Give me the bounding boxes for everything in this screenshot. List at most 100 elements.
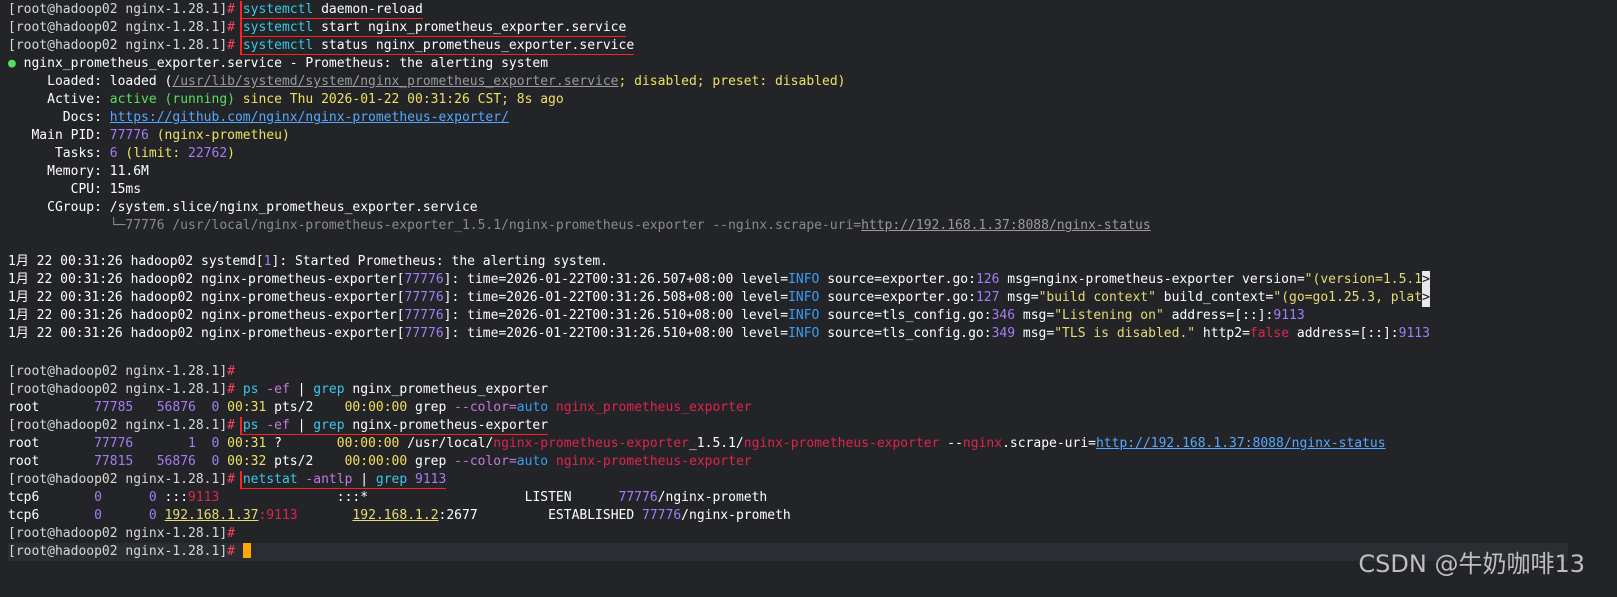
ps-tty: pts/2 [266, 454, 314, 469]
log-time: 2026-01-22T00:31:26.508+08:00 [506, 290, 734, 305]
shell-prompt: [root@hadoop02 nginx-1.28.1] [8, 544, 228, 559]
log-string: "TLS is disabled." [1054, 326, 1196, 341]
ps-tty: ? [266, 436, 282, 451]
net-state: LISTEN [368, 490, 619, 505]
status-cgroup-line: CGroup: /system.slice/nginx_prometheus_e… [8, 199, 478, 217]
prompt-hash: # [227, 382, 235, 397]
ps-option-value: auto [516, 454, 549, 469]
journal-line: 1月 22 00:31:26 hadoop02 systemd[1]: Star… [8, 254, 609, 269]
cmd-option: -ef [258, 418, 290, 433]
status-label: Active: [8, 92, 102, 107]
status-label: Docs: [8, 110, 102, 125]
cmd-args: 9113 [407, 472, 447, 487]
log-key: source= [819, 290, 883, 305]
ps-time: 00:00:00 [281, 436, 408, 451]
log-proc: nginx-prometheus-exporter [201, 308, 397, 323]
ps-option-value: auto [516, 400, 549, 415]
cmd-pipe: | [289, 418, 314, 433]
cmd-option: -antlp [297, 472, 353, 487]
net-proto: tcp6 [8, 508, 40, 523]
journal-line: 1月 22 00:31:26 hadoop02 nginx-prometheus… [8, 308, 1305, 323]
cmd-name: grep [375, 472, 408, 487]
ps-c: 0 [195, 436, 220, 451]
terminal-line: [root@hadoop02 nginx-1.28.1]# systemctl … [8, 1, 423, 19]
log-message: http2= [1195, 326, 1250, 341]
ps-c: 0 [195, 454, 220, 469]
scrape-uri-link[interactable]: http://192.168.1.37:8088/nginx-status [861, 218, 1151, 233]
net-foreign-ip: 192.168.1.2 [352, 508, 439, 523]
tasks-value: 6 [101, 146, 118, 161]
ps-stime: 00:32 [219, 454, 267, 469]
status-memory-line: Memory: 11.6M [8, 163, 149, 181]
log-key: : time= [451, 326, 507, 341]
status-pid-line: Main PID: 77776 (nginx-prometheu) [8, 127, 289, 145]
log-key: source= [819, 326, 883, 341]
terminal-input-line[interactable]: [root@hadoop02 nginx-1.28.1]# [8, 543, 1568, 561]
net-foreign: :::* [219, 490, 369, 505]
status-tasks-line: Tasks: 6 (limit: 22762) [8, 145, 235, 163]
ps-match: nginx [962, 436, 1003, 451]
log-key: level= [733, 326, 789, 341]
cmd-args: daemon-reload [313, 2, 423, 17]
log-message: msg= [1015, 326, 1055, 341]
cmd-args: start nginx_prometheus_exporter.service [313, 20, 627, 35]
cmd-name: systemctl [242, 2, 314, 17]
tasks-limit: 22762 [188, 146, 228, 161]
journal-line: 1月 22 00:31:26 hadoop02 nginx-prometheus… [8, 289, 1430, 307]
log-string: "(version=1.5.1 [1304, 272, 1423, 287]
status-active-line: Active: active (running) since Thu 2026-… [8, 91, 564, 109]
status-unit-line: ● nginx_prometheus_exporter.service - Pr… [8, 55, 548, 73]
prompt-hash: # [227, 472, 235, 487]
log-key: source= [819, 272, 883, 287]
status-unit: nginx_prometheus_exporter.service - Prom… [15, 56, 549, 71]
ps-match: nginx-prometheus-exporter [548, 454, 752, 469]
scrape-uri-link[interactable]: http://192.168.1.37:8088/nginx-status [1096, 436, 1386, 451]
truncation-marker: > [1422, 289, 1430, 307]
ps-tty: pts/2 [266, 400, 314, 415]
ps-user: root [8, 454, 40, 469]
cgroup-process: └─77776 /usr/local/nginx-prometheus-expo… [8, 218, 862, 233]
ps-user: root [8, 436, 40, 451]
log-string: "Listening on" [1054, 308, 1164, 323]
status-value: /system.slice/nginx_prometheus_exporter.… [101, 200, 478, 215]
status-value: ) [227, 146, 235, 161]
prompt-hash: # [227, 526, 235, 541]
prompt-hash: # [227, 2, 235, 17]
unit-file-path[interactable]: /usr/lib/systemd/system/nginx_prometheus… [172, 74, 618, 89]
log-message: : Started Prometheus: the alerting syste… [279, 254, 609, 269]
cmd-args: status nginx_prometheus_exporter.service [313, 38, 635, 53]
log-date: 1月 22 00:31:26 [8, 326, 123, 341]
log-key: level= [733, 290, 789, 305]
status-value: ; disabled; preset: disabled) [618, 74, 846, 89]
status-value: 11.6M [101, 164, 149, 179]
log-key: : time= [451, 308, 507, 323]
cmd-name: grep [313, 382, 345, 397]
log-string: "build context" [1038, 290, 1156, 305]
log-level: INFO [788, 326, 820, 341]
log-message: msg=nginx-prometheus-exporter version= [999, 272, 1305, 287]
journal-line: 1月 22 00:31:26 hadoop02 nginx-prometheus… [8, 271, 1430, 289]
ps-match: nginx_prometheus_exporter [548, 400, 752, 415]
docs-link[interactable]: https://github.com/nginx/nginx-prometheu… [110, 110, 509, 125]
log-port: 9113 [1273, 308, 1305, 323]
truncation-marker: > [1422, 271, 1430, 289]
status-cgroup-proc-line: └─77776 /usr/local/nginx-prometheus-expo… [8, 217, 1151, 235]
net-sendq: 0 [101, 490, 157, 505]
log-date: 1月 22 00:31:26 [8, 254, 123, 269]
terminal-line: [root@hadoop02 nginx-1.28.1]# [8, 363, 235, 381]
status-loaded-line: Loaded: loaded (/usr/lib/systemd/system/… [8, 73, 845, 91]
net-local-ip: 192.168.1.37 [164, 508, 259, 523]
log-host: hadoop02 [122, 290, 202, 305]
shell-prompt: [root@hadoop02 nginx-1.28.1] [8, 418, 228, 433]
terminal-window[interactable]: [root@hadoop02 nginx-1.28.1]# systemctl … [0, 0, 1617, 597]
log-level: INFO [788, 308, 820, 323]
terminal-line: [root@hadoop02 nginx-1.28.1]# systemctl … [8, 37, 635, 55]
log-key: source= [819, 308, 883, 323]
ps-flag: -- [939, 436, 963, 451]
status-label: Loaded: [8, 74, 102, 89]
ps-option: --color= [454, 400, 517, 415]
ps-ppid: 56876 [133, 400, 196, 415]
ps-time: 00:00:00 [313, 400, 416, 415]
log-date: 1月 22 00:31:26 [8, 290, 123, 305]
log-source-line: 126 [975, 272, 1000, 287]
